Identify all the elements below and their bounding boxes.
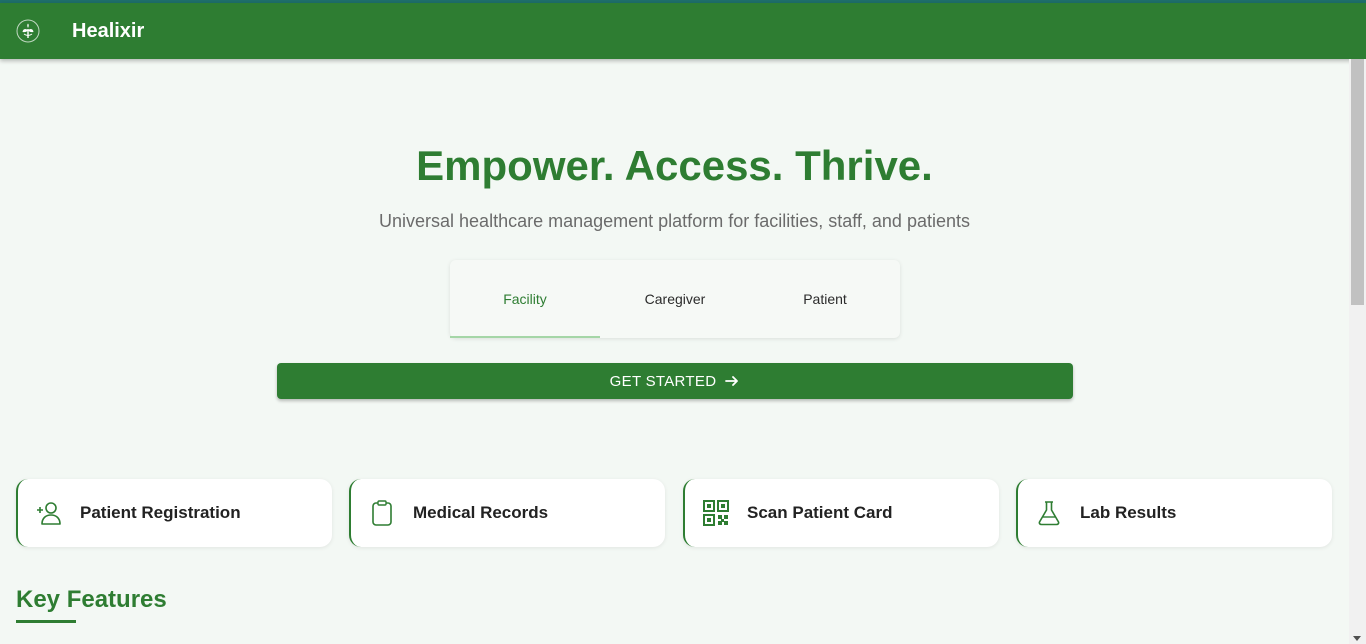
hero-title: Empower. Access. Thrive. (416, 142, 933, 189)
hero-subtitle: Universal healthcare management platform… (379, 211, 970, 231)
leaf-logo-icon[interactable] (16, 19, 40, 43)
lab-results-label: Lab Results (1080, 503, 1177, 522)
app-brand-name[interactable]: Healixir (72, 20, 144, 43)
scroll-down-arrow-icon[interactable] (1353, 636, 1361, 641)
heading-underline (16, 620, 76, 623)
medical-records-card[interactable]: Medical Records (349, 479, 665, 547)
lab-results-card[interactable]: Lab Results (1016, 479, 1332, 547)
add-person-icon (34, 498, 64, 528)
get-started-button[interactable]: GET STARTED (277, 363, 1073, 399)
page-scrollbar[interactable] (1349, 59, 1366, 644)
scrollbar-thumb[interactable] (1351, 59, 1364, 305)
qr-code-icon (701, 498, 731, 528)
role-tabs: Facility Caregiver Patient (450, 260, 900, 338)
get-started-label: GET STARTED (609, 372, 717, 390)
patient-registration-card[interactable]: Patient Registration (16, 479, 332, 547)
app-bar: Healixir (0, 3, 1366, 59)
scan-patient-card-label: Scan Patient Card (747, 503, 893, 522)
medical-records-label: Medical Records (413, 503, 549, 522)
key-features-heading: Key Features (16, 586, 167, 613)
scan-patient-card-card[interactable]: Scan Patient Card (683, 479, 999, 547)
flask-icon (1034, 498, 1064, 528)
tab-patient[interactable]: Patient (750, 260, 900, 338)
tab-caregiver[interactable]: Caregiver (600, 260, 750, 338)
arrow-right-icon (725, 376, 739, 386)
patient-registration-label: Patient Registration (80, 503, 241, 522)
tab-facility[interactable]: Facility (450, 260, 600, 338)
clipboard-icon (367, 498, 397, 528)
